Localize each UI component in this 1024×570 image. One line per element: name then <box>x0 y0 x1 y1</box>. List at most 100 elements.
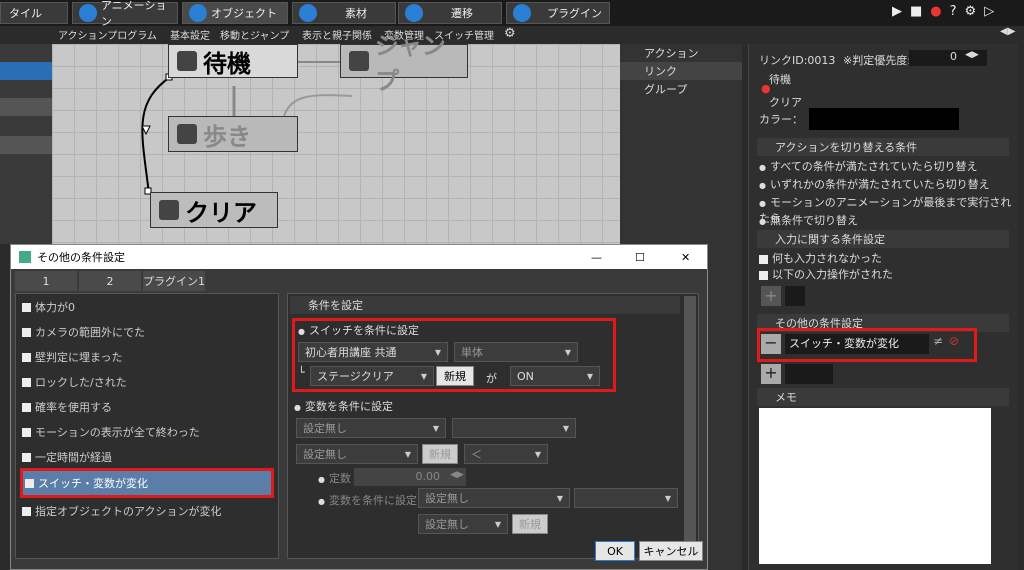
checkbox[interactable] <box>759 270 768 280</box>
link-line-walk-jump[interactable] <box>283 94 353 117</box>
input-slot[interactable] <box>785 286 805 306</box>
const-radio[interactable]: 定数 <box>318 470 351 486</box>
not-equal-icon[interactable]: ≠ <box>933 334 943 348</box>
var-select[interactable]: 設定無し <box>296 444 418 464</box>
cond-header[interactable]: 条件を設定 <box>290 296 680 314</box>
list-item[interactable]: モーションの表示が全て終わった <box>22 421 272 443</box>
switch-radio[interactable]: スイッチを条件に設定 <box>298 322 419 338</box>
var-cond-select[interactable]: 設定無し <box>418 488 570 508</box>
collapse-icon[interactable]: ◀▶ <box>1000 26 1015 37</box>
new-var-cond-button[interactable]: 新規 <box>512 514 548 534</box>
checkbox[interactable] <box>22 427 31 437</box>
close-icon[interactable]: ✕ <box>681 251 690 264</box>
item-label: 一定時間が経過 <box>35 451 112 464</box>
link-line-clear[interactable] <box>141 76 171 195</box>
gamepad-icon[interactable] <box>0 62 52 80</box>
new-switch-button[interactable]: 新規 <box>436 366 474 386</box>
strip-slot[interactable] <box>0 136 52 154</box>
memo-section-header[interactable]: メモ <box>757 388 1009 406</box>
other-slot[interactable] <box>785 364 833 384</box>
switch-scope-select[interactable]: 単体 <box>454 342 578 362</box>
checkbox[interactable] <box>22 506 31 516</box>
tree-item-group[interactable]: グループ <box>620 80 742 98</box>
checkbox[interactable] <box>22 352 31 362</box>
node-walk[interactable]: 歩き <box>168 116 298 152</box>
list-item[interactable]: ロックした/された <box>22 371 272 393</box>
switch-opt-all[interactable]: すべての条件が満たされていたら切り替え <box>759 158 977 174</box>
switch-section-header[interactable]: アクションを切り替える条件 <box>757 138 1009 156</box>
list-item-selected[interactable]: スイッチ・変数が変化 <box>20 468 274 498</box>
list-item[interactable]: 確率を使用する <box>22 396 272 418</box>
stepper-arrows-icon[interactable]: ◀▶ <box>450 470 464 480</box>
memo-textarea[interactable] <box>759 408 991 564</box>
list-item[interactable]: カメラの範囲外にでた <box>22 321 272 343</box>
record-icon[interactable]: ● <box>930 4 941 19</box>
checkbox[interactable] <box>22 302 31 312</box>
var-cond-scope-select[interactable] <box>574 488 678 508</box>
checkbox[interactable] <box>22 327 31 337</box>
tree-item-action[interactable]: アクション <box>620 44 742 62</box>
switch-group-select[interactable]: 初心者用講座 共通 <box>298 342 448 362</box>
switch-select[interactable]: ステージクリア <box>310 366 434 386</box>
help-icon[interactable]: ? <box>950 4 957 19</box>
input-opt-some[interactable]: 以下の入力操作がされた <box>759 266 893 282</box>
play-icon[interactable]: ▶ <box>892 4 902 19</box>
var-group-select[interactable]: 設定無し <box>296 418 446 438</box>
stepper-arrows-icon[interactable]: ◀▶ <box>965 50 979 60</box>
new-var-button[interactable]: 新規 <box>422 444 458 464</box>
list-item[interactable]: 壁判定に埋まった <box>22 346 272 368</box>
tab-material[interactable]: 素材 <box>292 2 396 24</box>
remove-icon[interactable]: − <box>761 334 781 354</box>
subtab-display[interactable]: 表示と親子関係 <box>302 27 372 42</box>
checkbox[interactable] <box>759 254 768 264</box>
tab-2[interactable]: 2 <box>79 271 141 291</box>
cancel-button[interactable]: キャンセル <box>639 541 703 561</box>
tab-plugin1[interactable]: プラグイン1 <box>143 271 205 291</box>
list-item[interactable]: 体力が0 <box>22 296 272 318</box>
next-icon[interactable]: ▷ <box>984 4 994 19</box>
list-item[interactable]: 指定オブジェクトのアクションが変化 <box>22 500 272 522</box>
input-opt-none[interactable]: 何も入力されなかった <box>759 250 882 266</box>
switch-value-select[interactable]: ON <box>510 366 600 386</box>
var-cond-select-2[interactable]: 設定無し <box>418 514 508 534</box>
input-section-header[interactable]: 入力に関する条件設定 <box>757 230 1009 248</box>
add-icon[interactable]: + <box>761 364 781 384</box>
tab-label: タイル <box>9 7 42 20</box>
other-condition-item[interactable]: スイッチ・変数が変化 <box>785 334 929 354</box>
strip-slot[interactable] <box>0 98 52 116</box>
tab-tile[interactable]: タイル <box>0 2 68 24</box>
checkbox[interactable] <box>22 377 31 387</box>
gear-icon[interactable]: ⚙ <box>504 26 516 41</box>
node-clear[interactable]: クリア <box>150 192 278 228</box>
switch-opt-any[interactable]: いずれかの条件が満たされていたら切り替え <box>759 176 990 192</box>
gear-icon[interactable]: ⚙ <box>965 4 977 19</box>
maximize-icon[interactable]: ☐ <box>635 251 645 264</box>
subtab-move-jump[interactable]: 移動とジャンプ <box>220 27 289 42</box>
tab-plugin[interactable]: プラグイン <box>506 2 610 24</box>
operator-select[interactable]: ＜ <box>464 444 548 464</box>
subtab-action-program[interactable]: アクションプログラム <box>58 27 157 42</box>
tree-item-link[interactable]: リンク <box>620 62 742 80</box>
var-scope-select[interactable] <box>452 418 576 438</box>
list-item[interactable]: 一定時間が経過 <box>22 446 272 468</box>
color-swatch[interactable] <box>809 108 959 130</box>
node-idle[interactable]: 待機 <box>168 44 298 78</box>
var-cond-radio[interactable]: 変数を条件に設定 <box>318 492 417 508</box>
checkbox[interactable] <box>22 402 31 412</box>
scrollbar[interactable] <box>684 296 696 556</box>
node-jump[interactable]: ジャンプ <box>340 32 468 95</box>
tab-animation[interactable]: アニメーション <box>72 0 178 28</box>
switch-opt-none[interactable]: 無条件で切り替え <box>759 212 858 228</box>
ok-button[interactable]: OK <box>595 541 635 561</box>
minimize-icon[interactable]: — <box>591 251 602 264</box>
add-icon[interactable]: + <box>761 286 781 306</box>
checkbox[interactable] <box>22 452 31 462</box>
variable-radio[interactable]: 変数を条件に設定 <box>294 398 393 414</box>
checkbox-checked[interactable] <box>25 478 34 488</box>
subtab-basic[interactable]: 基本設定 <box>170 27 210 42</box>
tab-object[interactable]: オブジェクト <box>182 2 288 24</box>
prohibit-icon[interactable]: ⊘ <box>949 334 959 348</box>
tab-transition[interactable]: 遷移 <box>398 2 502 24</box>
tab-1[interactable]: 1 <box>15 271 77 291</box>
stop-icon[interactable]: ■ <box>910 4 922 19</box>
